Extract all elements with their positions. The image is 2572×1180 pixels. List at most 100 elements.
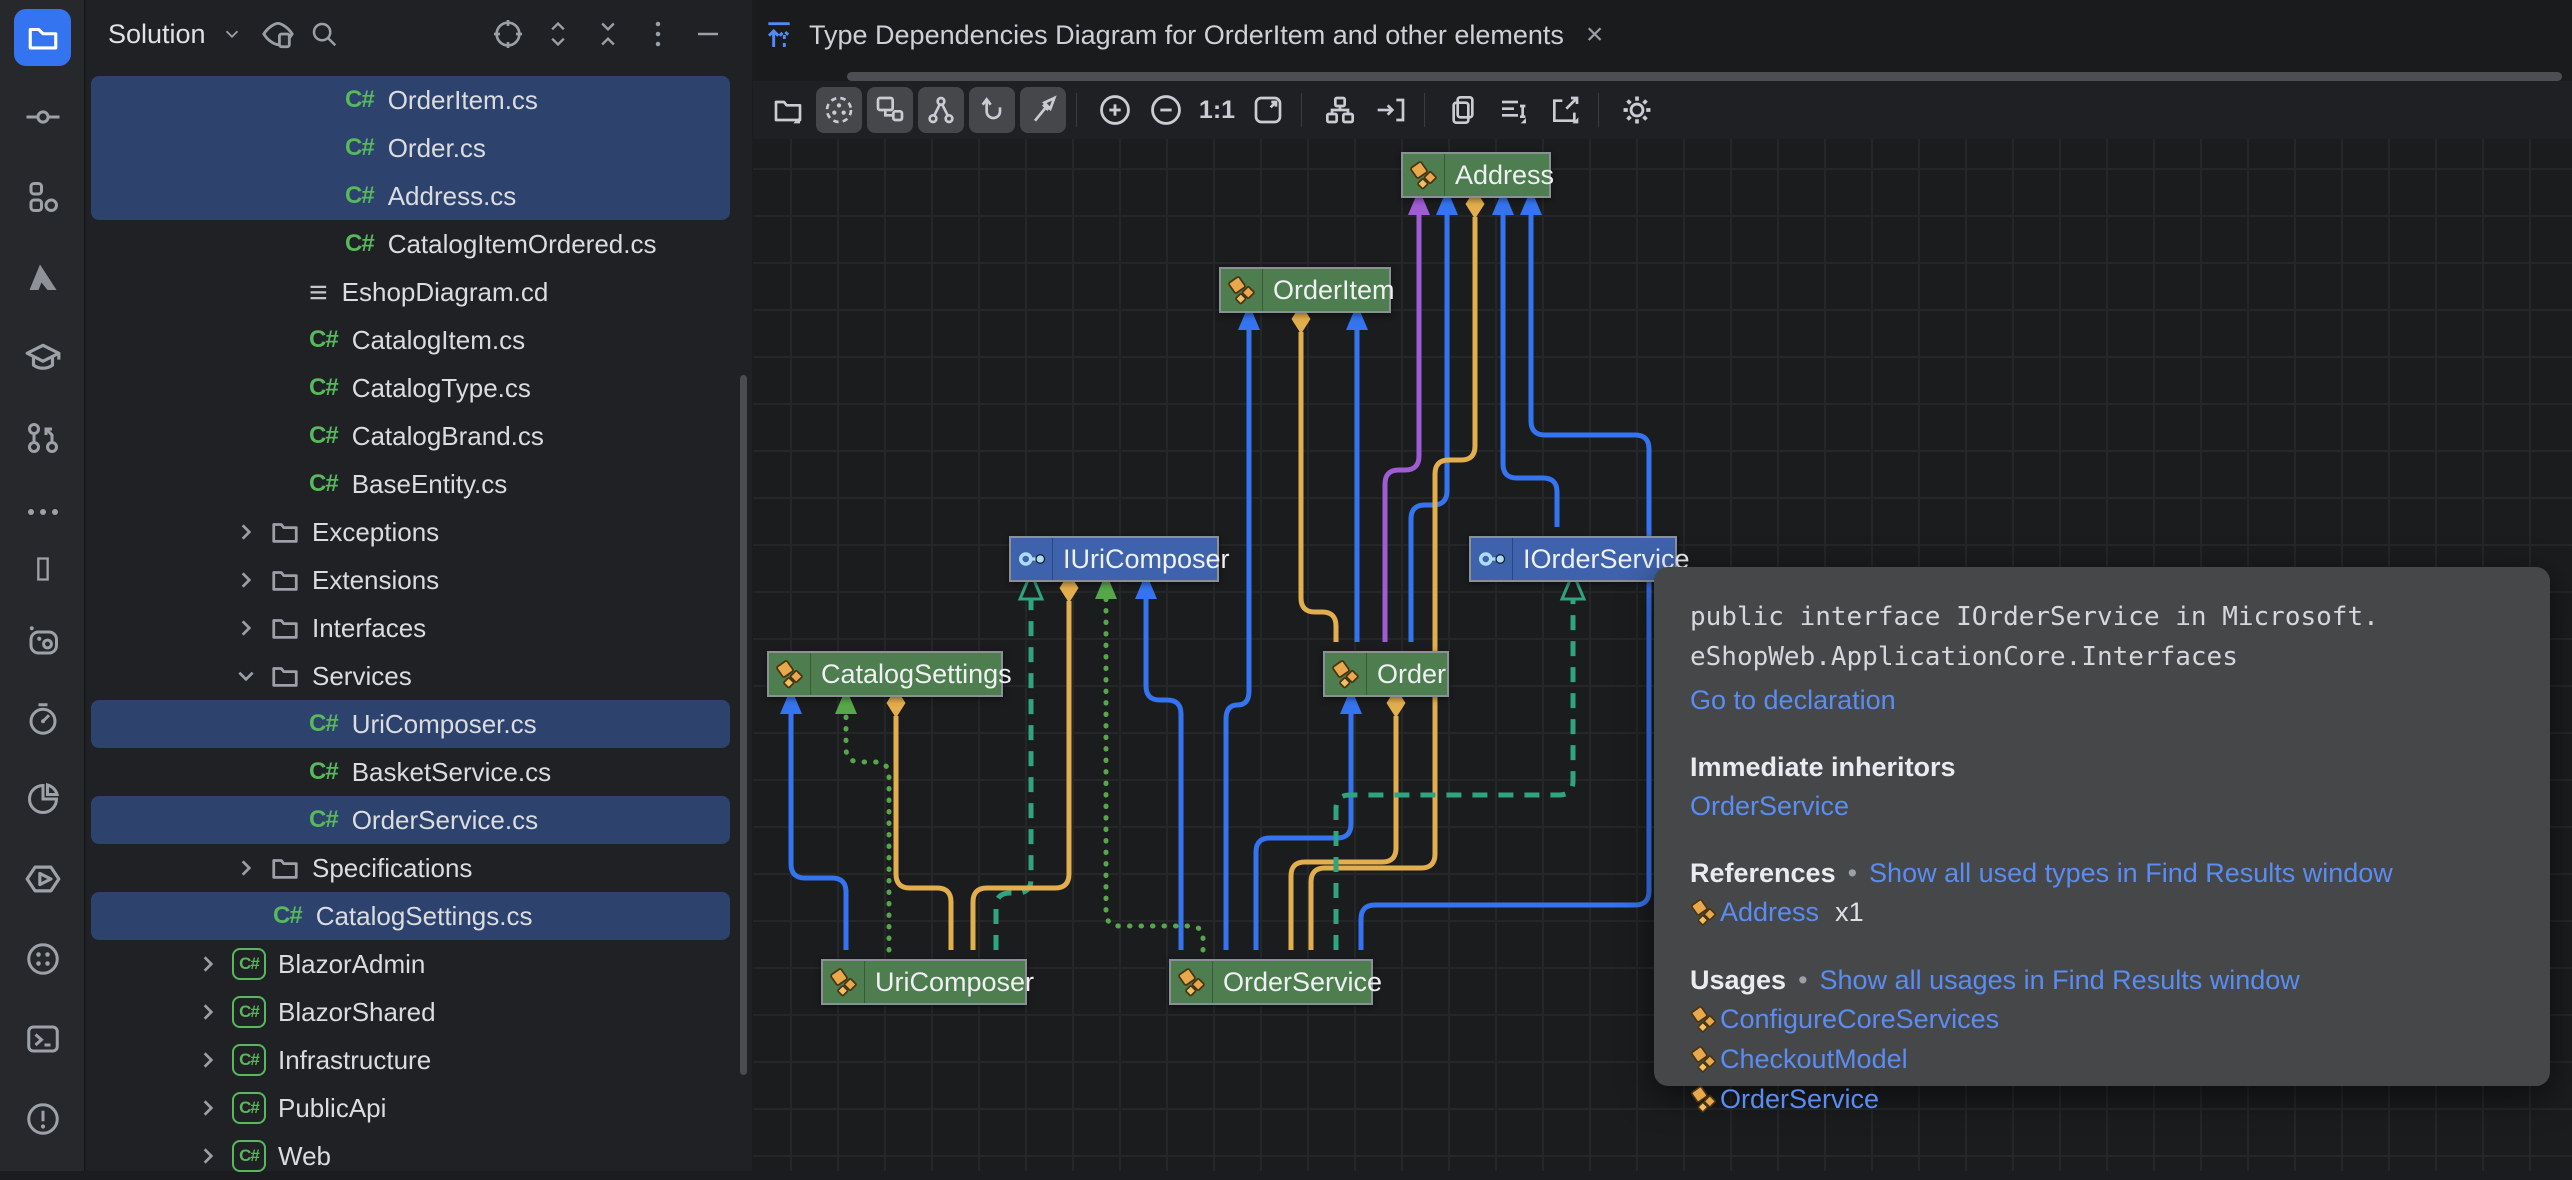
coverage-icon[interactable] (14, 770, 71, 827)
settings-gear-icon[interactable] (1614, 87, 1660, 133)
tree-row[interactable]: C#CatalogType.cs (86, 364, 752, 412)
tree-row[interactable]: C#CatalogBrand.cs (86, 412, 752, 460)
tree-row[interactable]: C#Web (86, 1132, 752, 1180)
copy-diagram-button[interactable] (1440, 87, 1486, 133)
usage-link[interactable]: ConfigureCoreServices (1720, 1002, 1999, 1036)
horizontal-scrollbar[interactable] (847, 72, 2562, 81)
tree-row[interactable]: C#Order.cs (86, 124, 752, 172)
tree-row[interactable]: C#CatalogSettings.cs (86, 892, 752, 940)
tree-row[interactable]: C#BlazorAdmin (86, 940, 752, 988)
plugins-icon[interactable] (14, 930, 71, 987)
diagram-node-address[interactable]: Address (1401, 152, 1551, 198)
fit-content-button[interactable] (1245, 87, 1291, 133)
collapse-all-icon[interactable] (588, 14, 628, 54)
inheritor-link[interactable]: OrderService (1690, 791, 1849, 821)
panel-title[interactable]: Solution (108, 19, 206, 50)
chevron-right-icon[interactable] (236, 522, 256, 542)
chevron-down-icon[interactable] (236, 666, 256, 686)
diagram-node-order[interactable]: Order (1323, 651, 1449, 697)
open-files-icon[interactable] (258, 14, 298, 54)
tree-row[interactable]: C#BlazorShared (86, 988, 752, 1036)
tree-row[interactable]: C#OrderService.cs (86, 796, 752, 844)
diagram-node-iorderservice[interactable]: IOrderService (1469, 536, 1677, 582)
go-to-declaration-link[interactable]: Go to declaration (1690, 685, 1896, 715)
solution-folder-icon[interactable] (14, 9, 71, 66)
edge-uricomposer-catalogsettings (791, 712, 846, 950)
kebab-menu-icon[interactable] (638, 14, 678, 54)
probe-button[interactable] (1020, 87, 1066, 133)
route-edges-button[interactable] (1368, 87, 1414, 133)
show-usages-link[interactable]: Show all usages in Find Results window (1820, 965, 2300, 995)
expand-all-icon[interactable] (538, 14, 578, 54)
locate-file-icon[interactable] (488, 14, 528, 54)
tree-row[interactable]: Extensions (86, 556, 752, 604)
tree-row[interactable]: ≡EshopDiagram.cd (86, 268, 752, 316)
diagram-node-iuricomposer[interactable]: IUriComposer (1009, 536, 1219, 582)
tree-row[interactable]: Exceptions (86, 508, 752, 556)
hide-panel-icon[interactable] (688, 14, 728, 54)
pull-requests-icon[interactable] (14, 409, 71, 466)
run-hexagon-icon[interactable] (14, 850, 71, 907)
diagram-node-orderservice[interactable]: OrderService (1169, 959, 1373, 1005)
tree-row[interactable]: C#BasketService.cs (86, 748, 752, 796)
chevron-right-icon[interactable] (198, 1098, 218, 1118)
chevron-right-icon[interactable] (198, 1146, 218, 1166)
zoom-out-button[interactable] (1143, 87, 1189, 133)
class-icon (1325, 653, 1367, 695)
commit-icon[interactable] (14, 88, 71, 145)
zoom-in-button[interactable] (1092, 87, 1138, 133)
show-used-types-link[interactable]: Show all used types in Find Results wind… (1869, 858, 2393, 888)
apply-layout-button[interactable] (1317, 87, 1363, 133)
structure-icon[interactable] (14, 168, 71, 225)
tree-row[interactable]: Interfaces (86, 604, 752, 652)
chevron-down-icon[interactable] (212, 14, 252, 54)
diagram-node-orderitem[interactable]: OrderItem (1219, 267, 1391, 313)
reference-link[interactable]: Address (1720, 895, 1819, 929)
tree-row[interactable]: C#CatalogItemOrdered.cs (86, 220, 752, 268)
tree-scrollbar[interactable] (740, 375, 747, 1075)
chevron-right-icon[interactable] (236, 618, 256, 638)
tree-row[interactable]: C#BaseEntity.cs (86, 460, 752, 508)
usage-link[interactable]: OrderService (1720, 1082, 1879, 1116)
tree-row[interactable]: Services (86, 652, 752, 700)
scope-folder-button[interactable] (765, 87, 811, 133)
tree-row[interactable]: C#UriComposer.cs (86, 700, 752, 748)
chevron-right-icon[interactable] (198, 1050, 218, 1070)
interface-icon (1011, 538, 1053, 580)
csharp-file-icon: C# (345, 182, 374, 210)
diagram-node-uricomposer[interactable]: UriComposer (821, 959, 1027, 1005)
tree-row[interactable]: Specifications (86, 844, 752, 892)
search-icon[interactable] (304, 14, 344, 54)
tree-row[interactable]: C# Address.cs (86, 172, 752, 220)
export-button[interactable] (1542, 87, 1588, 133)
problems-icon[interactable] (14, 1090, 71, 1147)
chevron-right-icon[interactable] (198, 1002, 218, 1022)
tab-type-dependencies-diagram[interactable]: Type Dependencies Diagram for OrderItem … (763, 0, 1603, 70)
analyze-dependencies-button[interactable] (816, 87, 862, 133)
edge-labels-button[interactable] (1491, 87, 1537, 133)
show-neighbors-button[interactable] (867, 87, 913, 133)
tree-row-label: Address.cs (388, 181, 517, 212)
learn-icon[interactable] (14, 329, 71, 386)
tree-row[interactable]: C#OrderItem.cs (86, 76, 752, 124)
chevron-right-icon[interactable] (236, 570, 256, 590)
captures-icon[interactable] (14, 612, 71, 669)
more-icon[interactable] (14, 492, 71, 532)
cyclic-dependencies-button[interactable] (969, 87, 1015, 133)
close-icon[interactable]: × (1586, 18, 1604, 52)
azure-icon[interactable] (14, 249, 71, 306)
chevron-right-icon[interactable] (198, 954, 218, 974)
bookmarks-icon[interactable] (14, 540, 71, 597)
usage-link[interactable]: CheckoutModel (1720, 1042, 1908, 1076)
actual-size-button[interactable]: 1:1 (1194, 87, 1240, 133)
diagram-canvas[interactable]: Address OrderItem IUriComposer IOrderSer… (753, 139, 2572, 1171)
unit-tests-icon[interactable] (14, 690, 71, 747)
split-graph-button[interactable] (918, 87, 964, 133)
diagram-node-catalogsettings[interactable]: CatalogSettings (767, 651, 1003, 697)
tree-row[interactable]: C#CatalogItem.cs (86, 316, 752, 364)
chevron-right-icon[interactable] (236, 858, 256, 878)
terminal-icon[interactable] (14, 1010, 71, 1067)
tree-row[interactable]: C#PublicApi (86, 1084, 752, 1132)
tree-row[interactable]: C#Infrastructure (86, 1036, 752, 1084)
tree-row-label: Infrastructure (278, 1045, 431, 1076)
